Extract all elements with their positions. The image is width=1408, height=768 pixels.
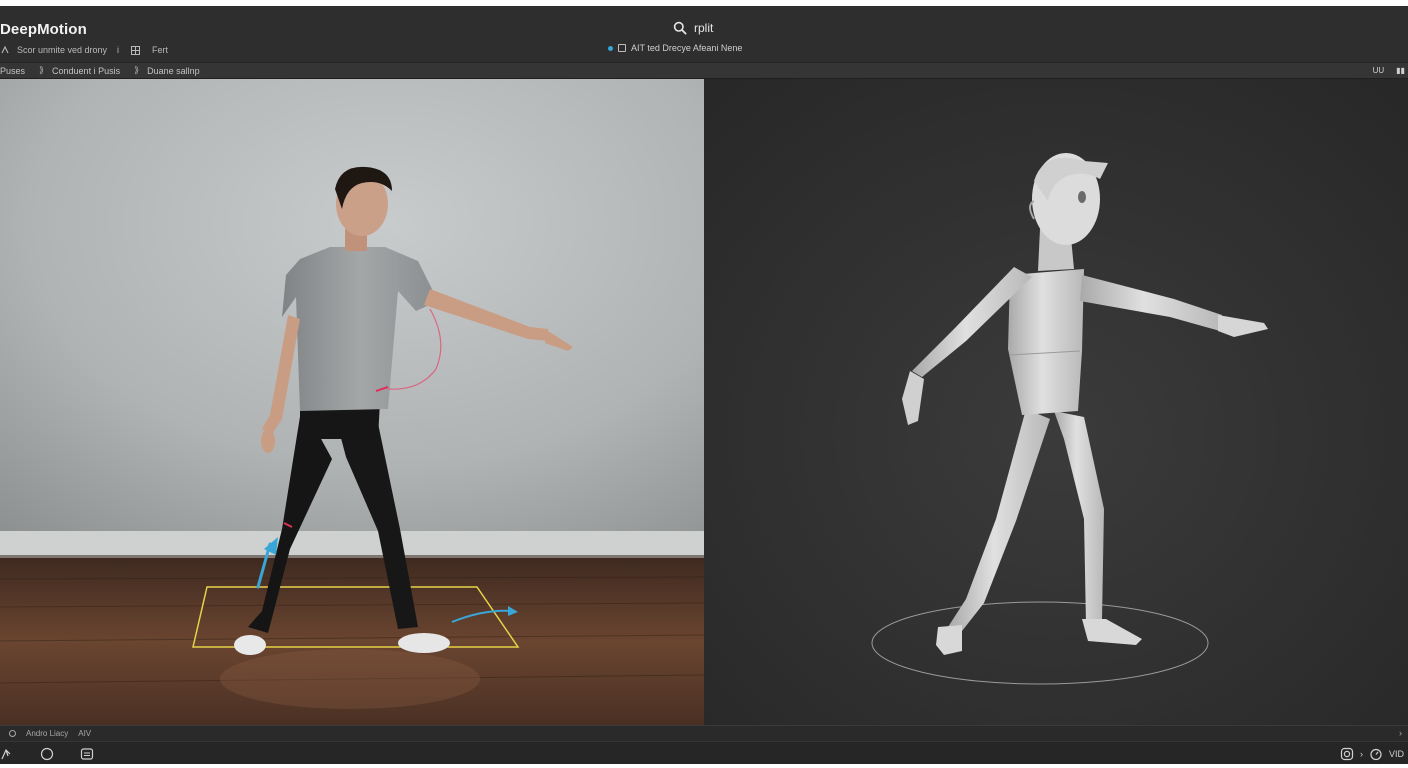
breadcrumb: Puses ⟫ Conduent i Pusis ⟫ Duane sallnp xyxy=(0,65,200,76)
bottom-bar: › VID xyxy=(0,741,1408,764)
app-title: DeepMotion xyxy=(0,21,87,38)
source-video-frame xyxy=(0,79,704,725)
timeline-label-secondary: AIV xyxy=(78,729,92,738)
breadcrumb-item-2[interactable]: Duane sallnp xyxy=(147,66,200,76)
chevron-right-icon: ⟫ xyxy=(134,65,140,75)
view-controls: UU ▮▮ xyxy=(1373,66,1405,75)
camera-icon[interactable] xyxy=(1340,747,1354,761)
layout-toggle[interactable]: UU xyxy=(1373,66,1385,75)
timer-icon[interactable] xyxy=(1369,747,1383,761)
circle-tool-icon[interactable] xyxy=(40,747,54,761)
status-text: AIT ted Drecye Afeani Nene xyxy=(631,43,743,53)
menu-separator: i xyxy=(117,45,120,55)
menu-item-fert[interactable]: Fert xyxy=(152,45,168,55)
timeline-label: Andro Liacy xyxy=(26,729,69,738)
source-video-viewport[interactable] xyxy=(0,79,704,725)
breadcrumb-item-1[interactable]: Conduent i Pusis xyxy=(52,66,120,76)
search-query[interactable]: rplit xyxy=(694,21,713,35)
breadcrumb-item-0[interactable]: Puses xyxy=(0,66,25,76)
pause-icon[interactable]: ▮▮ xyxy=(1396,66,1405,75)
menu-bar: Scor unmite ved drony i Fert xyxy=(0,45,168,55)
bottom-right-controls: › VID xyxy=(1340,747,1404,761)
panel-icon[interactable] xyxy=(80,747,94,761)
chevron-right-icon: ⟫ xyxy=(39,65,45,75)
video-label[interactable]: VID xyxy=(1389,749,1404,759)
status-dot-icon xyxy=(608,45,613,51)
status-area: AIT ted Drecye Afeani Nene xyxy=(608,43,742,53)
chevron-right-icon[interactable]: › xyxy=(1360,749,1363,759)
pointer-icon[interactable] xyxy=(0,747,14,761)
search-icon xyxy=(673,21,687,35)
avatar-render xyxy=(704,79,1408,725)
checkbox[interactable] xyxy=(618,44,626,52)
menu-item-scene[interactable]: Scor unmite ved drony xyxy=(17,45,107,55)
sub-toolbar: Puses ⟫ Conduent i Pusis ⟫ Duane sallnp … xyxy=(0,62,1408,79)
timeline-bar[interactable]: Andro Liacy AIV › xyxy=(0,725,1408,741)
avatar-3d-viewport[interactable] xyxy=(704,79,1408,725)
grid-icon[interactable] xyxy=(131,45,141,55)
record-icon[interactable] xyxy=(9,730,16,737)
app-window: DeepMotion rplit Scor unmite ved drony i… xyxy=(0,6,1408,764)
top-bar: DeepMotion rplit Scor unmite ved drony i… xyxy=(0,6,1408,62)
chevron-right-icon[interactable]: › xyxy=(1399,728,1402,738)
arrow-icon[interactable] xyxy=(0,45,10,55)
search-box[interactable]: rplit xyxy=(673,19,713,37)
timeline-controls: Andro Liacy AIV xyxy=(9,729,91,738)
bottom-tools xyxy=(0,747,94,761)
